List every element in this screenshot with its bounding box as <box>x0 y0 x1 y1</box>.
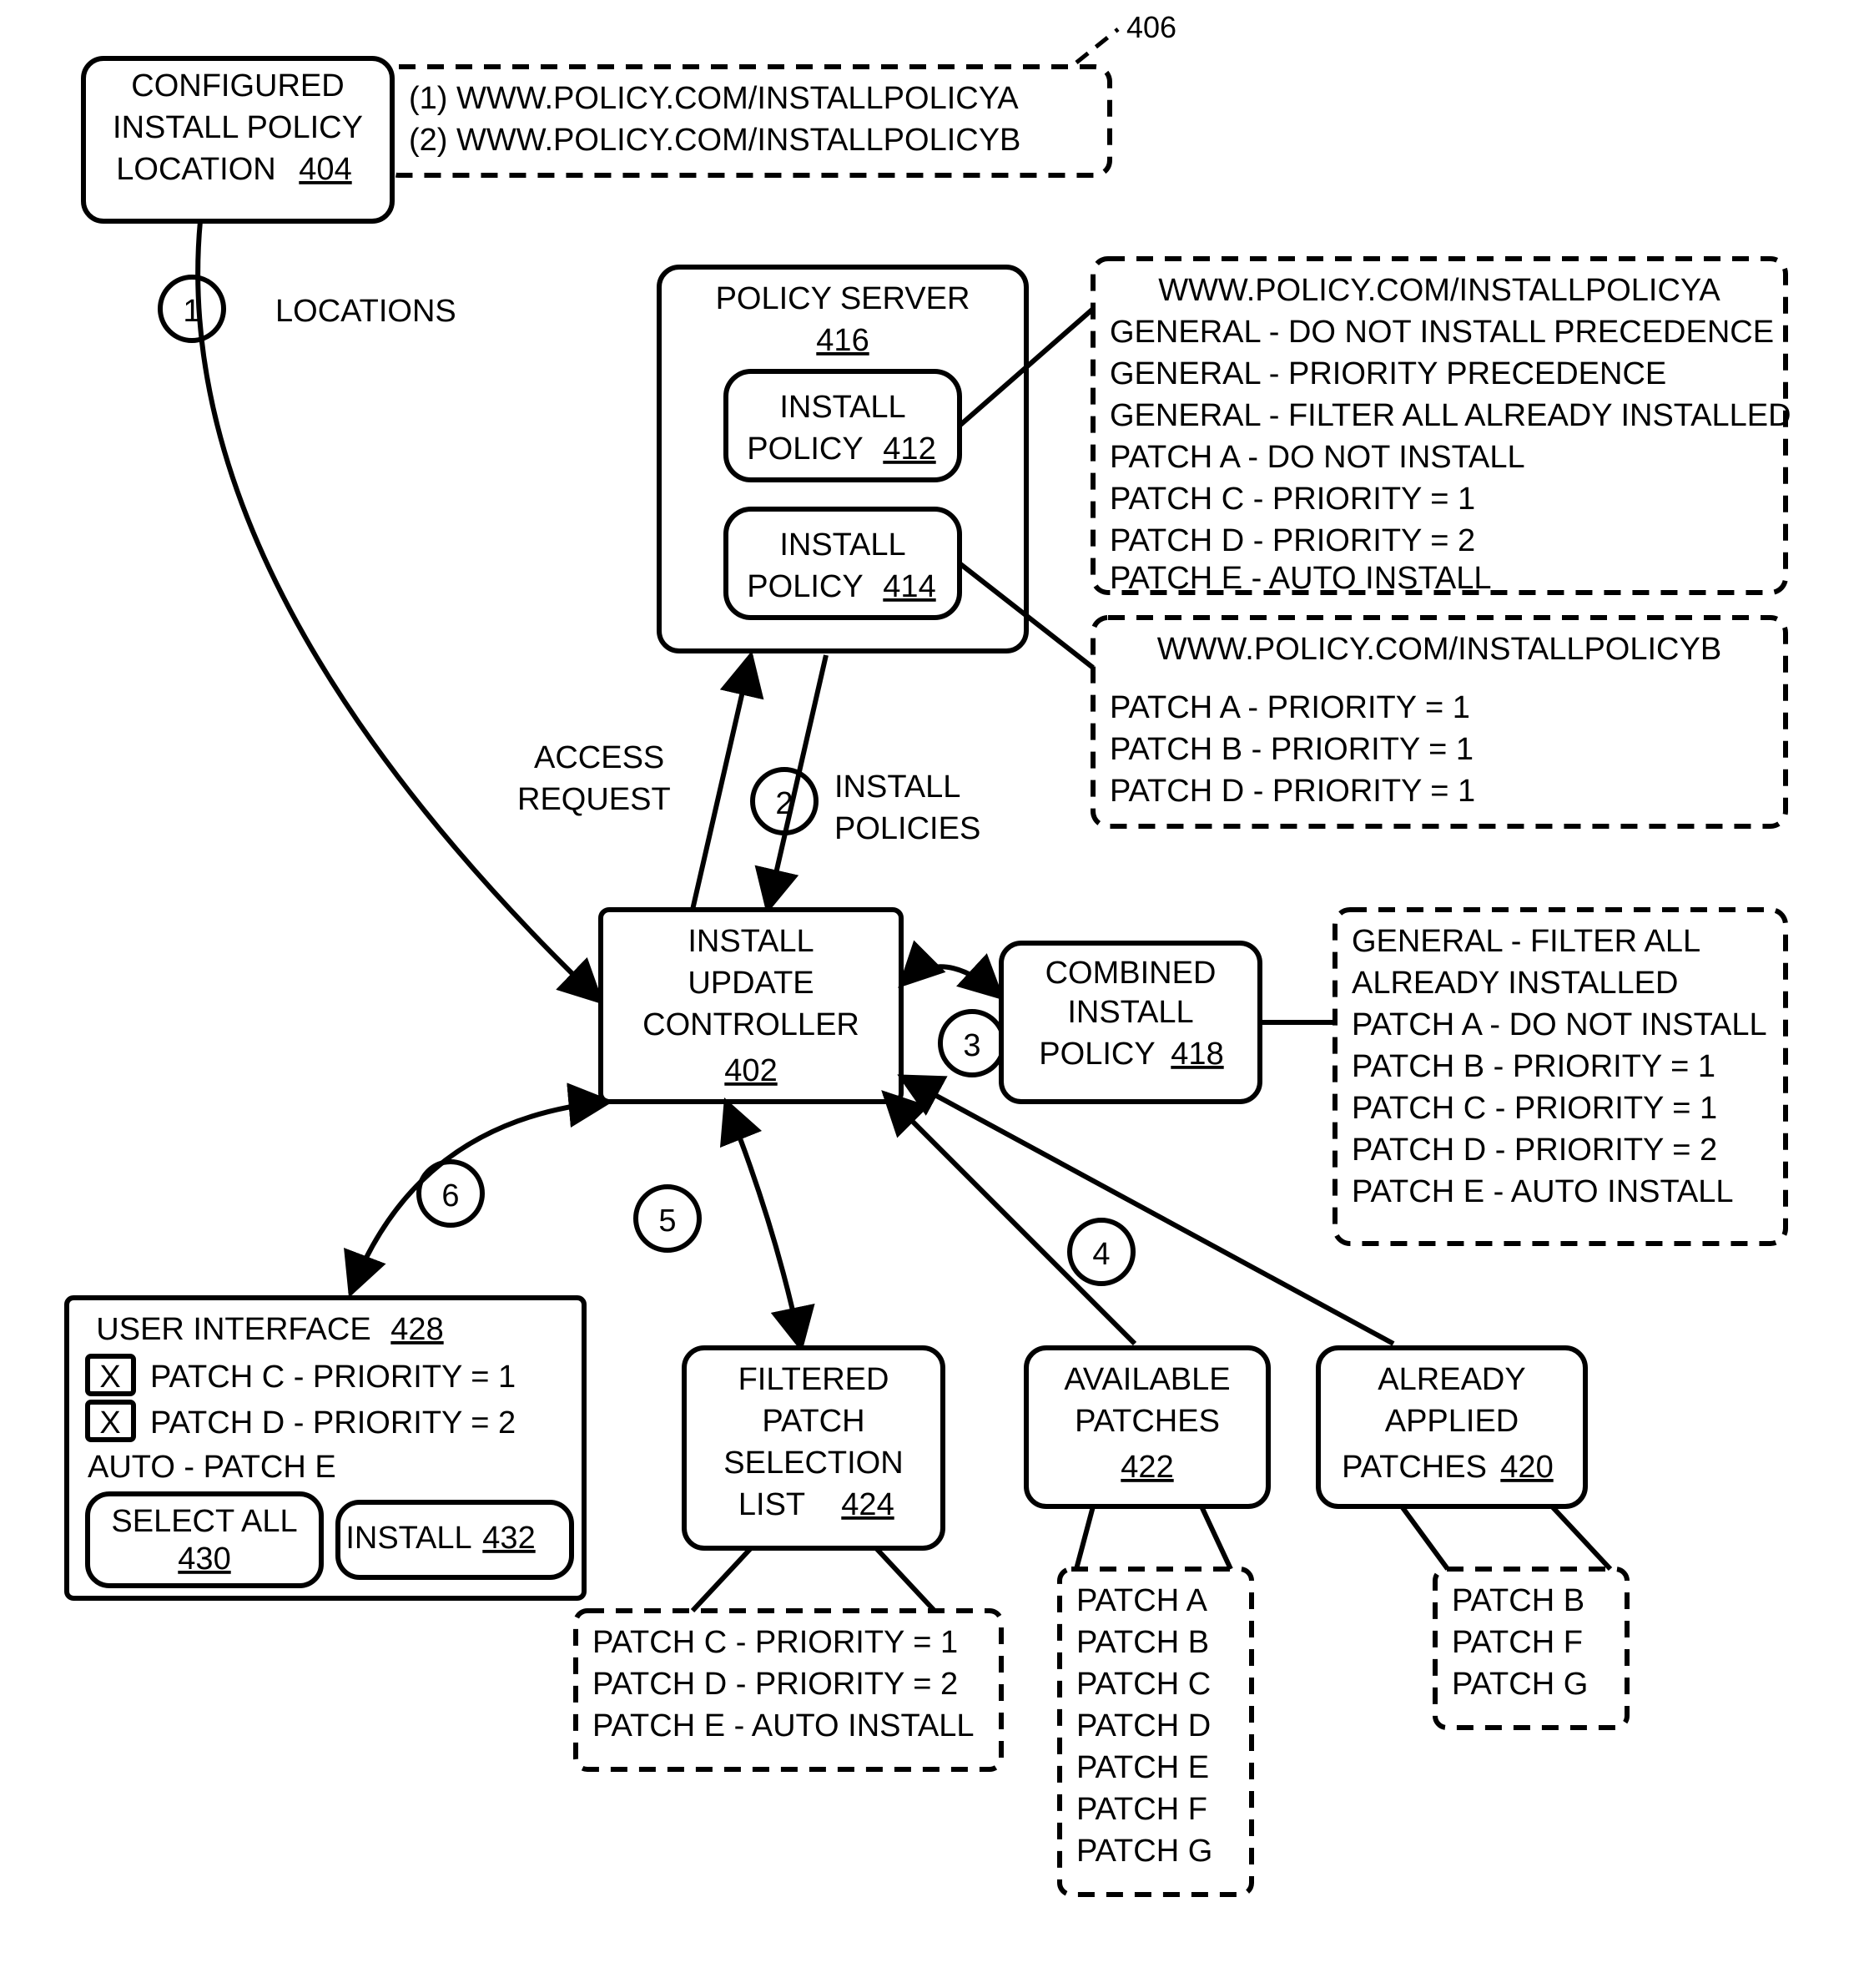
svg-text:X: X <box>99 1405 120 1441</box>
config-l1: CONFIGURED <box>131 68 344 103</box>
svg-text:PATCH B: PATCH B <box>1452 1583 1584 1618</box>
svg-text:GENERAL - PRIORITY PRECEDENCE: GENERAL - PRIORITY PRECEDENCE <box>1110 356 1666 391</box>
svg-text:4: 4 <box>1092 1237 1110 1272</box>
svg-text:PATCH C - PRIORITY = 1: PATCH C - PRIORITY = 1 <box>1352 1091 1717 1126</box>
svg-text:PATCH D: PATCH D <box>1076 1708 1211 1743</box>
step-1-label: LOCATIONS <box>275 294 456 329</box>
arrow-access-request <box>693 655 751 910</box>
svg-text:POLICY: POLICY <box>1039 1037 1155 1072</box>
svg-text:PATCH C - PRIORITY = 1: PATCH C - PRIORITY = 1 <box>592 1625 958 1660</box>
svg-text:PATCH D - PRIORITY = 2: PATCH D - PRIORITY = 2 <box>1352 1133 1717 1168</box>
svg-text:FILTERED: FILTERED <box>738 1362 889 1397</box>
arrow-5 <box>726 1102 801 1348</box>
svg-text:PATCH A - DO NOT INSTALL: PATCH A - DO NOT INSTALL <box>1110 440 1525 475</box>
svg-text:422: 422 <box>1121 1450 1173 1485</box>
svg-text:430: 430 <box>178 1541 230 1577</box>
svg-text:PATCH E - AUTO INSTALL: PATCH E - AUTO INSTALL <box>1352 1174 1734 1209</box>
svg-text:PATCH B - PRIORITY = 1: PATCH B - PRIORITY = 1 <box>1352 1049 1715 1084</box>
svg-text:PATCH G: PATCH G <box>1452 1667 1588 1702</box>
ref-406: 406 <box>1126 10 1176 44</box>
svg-text:APPLIED: APPLIED <box>1385 1404 1519 1439</box>
svg-text:INSTALL: INSTALL <box>688 924 814 959</box>
svg-text:WWW.POLICY.COM/INSTALLPOLICYA: WWW.POLICY.COM/INSTALLPOLICYA <box>1158 273 1720 308</box>
url-2: (2) WWW.POLICY.COM/INSTALLPOLICYB <box>409 123 1020 158</box>
svg-text:AVAILABLE: AVAILABLE <box>1064 1362 1230 1397</box>
svg-text:CONTROLLER: CONTROLLER <box>642 1007 859 1042</box>
svg-text:INSTALL: INSTALL <box>779 390 905 425</box>
svg-text:X: X <box>99 1360 120 1395</box>
arrow-already <box>901 1077 1393 1344</box>
svg-text:3: 3 <box>963 1028 980 1063</box>
svg-text:PATCH E: PATCH E <box>1076 1750 1209 1785</box>
svg-text:GENERAL - DO NOT INSTALL PRECE: GENERAL - DO NOT INSTALL PRECEDENCE <box>1110 315 1774 350</box>
svg-text:PATCH E - AUTO INSTALL: PATCH E - AUTO INSTALL <box>1110 561 1492 596</box>
svg-text:PATCH F: PATCH F <box>1452 1625 1583 1660</box>
svg-text:POLICIES: POLICIES <box>834 811 980 846</box>
svg-text:LIST: LIST <box>738 1487 805 1522</box>
svg-text:5: 5 <box>658 1203 676 1239</box>
svg-text:PATCH A: PATCH A <box>1076 1583 1208 1618</box>
svg-text:PATCH C: PATCH C <box>1076 1667 1211 1702</box>
config-l2: INSTALL POLICY <box>113 110 363 145</box>
svg-text:418: 418 <box>1171 1037 1223 1072</box>
svg-text:420: 420 <box>1500 1450 1553 1485</box>
policy-server-ref: 416 <box>816 323 869 358</box>
svg-text:PATCH F: PATCH F <box>1076 1792 1207 1827</box>
svg-text:PATCH B - PRIORITY = 1: PATCH B - PRIORITY = 1 <box>1110 732 1474 767</box>
svg-text:GENERAL - FILTER ALL ALREADY I: GENERAL - FILTER ALL ALREADY INSTALLED <box>1110 398 1791 433</box>
svg-text:COMBINED: COMBINED <box>1045 956 1217 991</box>
svg-text:ALREADY: ALREADY <box>1378 1362 1525 1397</box>
svg-text:INSTALL: INSTALL <box>345 1521 471 1556</box>
svg-text:UPDATE: UPDATE <box>688 966 814 1001</box>
arrow-3 <box>901 966 1001 997</box>
svg-text:432: 432 <box>482 1521 535 1556</box>
svg-text:REQUEST: REQUEST <box>517 782 671 817</box>
svg-text:SELECT ALL: SELECT ALL <box>111 1504 297 1539</box>
svg-text:412: 412 <box>883 431 935 467</box>
svg-text:ACCESS: ACCESS <box>534 740 664 775</box>
svg-text:414: 414 <box>883 569 935 604</box>
svg-text:PATCH D - PRIORITY = 2: PATCH D - PRIORITY = 2 <box>150 1405 516 1441</box>
svg-text:PATCH A - DO NOT INSTALL: PATCH A - DO NOT INSTALL <box>1352 1007 1767 1042</box>
svg-text:PATCH C - PRIORITY = 1: PATCH C - PRIORITY = 1 <box>150 1360 516 1395</box>
svg-text:PATCH D - PRIORITY = 2: PATCH D - PRIORITY = 2 <box>592 1667 958 1702</box>
svg-text:INSTALL: INSTALL <box>1067 995 1193 1030</box>
svg-text:PATCH D - PRIORITY = 2: PATCH D - PRIORITY = 2 <box>1110 523 1475 558</box>
policy-server-title: POLICY SERVER <box>716 281 970 316</box>
svg-text:PATCHES: PATCHES <box>1342 1450 1487 1485</box>
svg-text:POLICY: POLICY <box>747 431 863 467</box>
svg-text:AUTO - PATCH E: AUTO - PATCH E <box>88 1450 336 1485</box>
svg-text:PATCH: PATCH <box>762 1404 864 1439</box>
svg-text:6: 6 <box>441 1178 459 1213</box>
svg-text:424: 424 <box>841 1487 894 1522</box>
svg-text:ALREADY INSTALLED: ALREADY INSTALLED <box>1352 966 1678 1001</box>
svg-text:402: 402 <box>724 1053 777 1088</box>
svg-text:INSTALL: INSTALL <box>834 769 960 805</box>
svg-text:PATCH B: PATCH B <box>1076 1625 1209 1660</box>
svg-text:SELECTION: SELECTION <box>723 1446 903 1481</box>
svg-text:PATCH C - PRIORITY = 1: PATCH C - PRIORITY = 1 <box>1110 482 1475 517</box>
svg-text:POLICY: POLICY <box>747 569 863 604</box>
svg-text:PATCH D - PRIORITY = 1: PATCH D - PRIORITY = 1 <box>1110 774 1475 809</box>
svg-text:WWW.POLICY.COM/INSTALLPOLICYB: WWW.POLICY.COM/INSTALLPOLICYB <box>1157 632 1721 667</box>
svg-text:USER INTERFACE: USER INTERFACE <box>96 1312 370 1347</box>
svg-text:PATCH A - PRIORITY = 1: PATCH A - PRIORITY = 1 <box>1110 690 1470 725</box>
svg-text:PATCHES: PATCHES <box>1075 1404 1220 1439</box>
svg-text:428: 428 <box>390 1312 443 1347</box>
config-l3: LOCATION <box>116 152 275 187</box>
svg-text:PATCH E - AUTO INSTALL: PATCH E - AUTO INSTALL <box>592 1708 975 1743</box>
svg-text:GENERAL - FILTER ALL: GENERAL - FILTER ALL <box>1352 924 1700 959</box>
svg-text:PATCH G: PATCH G <box>1076 1834 1212 1869</box>
config-ref: 404 <box>299 152 351 187</box>
url-1: (1) WWW.POLICY.COM/INSTALLPOLICYA <box>409 81 1019 116</box>
svg-text:INSTALL: INSTALL <box>779 527 905 563</box>
arrow-1-to-controller <box>198 221 601 1002</box>
